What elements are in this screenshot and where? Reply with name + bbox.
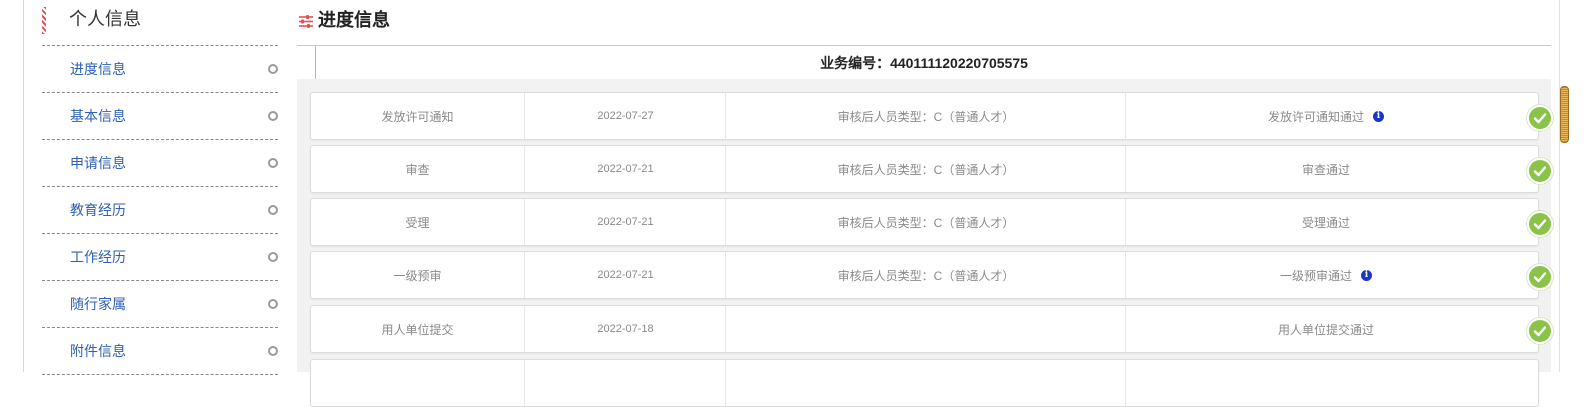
progress-note: 审核后人员类型：C（普通人才） (725, 93, 1126, 139)
progress-date: 2022-07-18 (524, 306, 726, 352)
progress-result-cell: 审查通过 (1125, 146, 1526, 192)
sidebar-item-progress[interactable]: 进度信息 (42, 46, 278, 93)
progress-result: 发放许可通知通过 (1267, 109, 1364, 124)
info-icon[interactable]: i (1361, 269, 1372, 281)
progress-row (310, 359, 1539, 407)
timeline-dot-icon (268, 205, 278, 215)
progress-row: 受理 2022-07-21 审核后人员类型：C（普通人才） 受理通过 (310, 198, 1553, 246)
sidebar-item-label[interactable]: 附件信息 (70, 342, 126, 360)
progress-result-cell: 受理通过 (1125, 199, 1526, 245)
check-circle-icon (1527, 105, 1553, 131)
sidebar-item-basic[interactable]: 基本信息 (42, 93, 278, 140)
timeline-dot-icon (268, 299, 278, 309)
check-circle-icon (1527, 318, 1553, 344)
progress-row: 一级预审 2022-07-21 审核后人员类型：C（普通人才） 一级预审通过 i (310, 251, 1553, 299)
progress-result: 审查通过 (1301, 162, 1350, 177)
progress-note: 审核后人员类型：C（普通人才） (725, 199, 1126, 245)
progress-note: 审核后人员类型：C（普通人才） (725, 252, 1126, 298)
progress-date: 2022-07-21 (524, 199, 726, 245)
progress-list: 发放许可通知 2022-07-27 审核后人员类型：C（普通人才） 发放许可通知… (297, 79, 1553, 407)
progress-note (725, 360, 1126, 406)
timeline-dot-icon (268, 64, 278, 74)
sidebar-item-work[interactable]: 工作经历 (42, 234, 278, 281)
progress-date: 2022-07-21 (524, 252, 726, 298)
sidebar-title-marker (42, 7, 46, 34)
sidebar-nav: 进度信息 基本信息 申请信息 教育经历 工作经历 随行家属 附件信息 (42, 45, 278, 375)
sliders-icon (299, 15, 313, 28)
progress-step: 用人单位提交 (381, 322, 454, 337)
timeline-dot-icon (268, 111, 278, 121)
progress-step (311, 360, 524, 406)
check-circle-icon (1527, 158, 1553, 184)
progress-step: 发放许可通知 (381, 109, 454, 124)
progress-result: 用人单位提交通过 (1277, 322, 1374, 337)
info-icon[interactable]: i (1373, 110, 1384, 122)
progress-result-cell: 一级预审通过 i (1125, 252, 1526, 298)
progress-date: 2022-07-27 (524, 93, 726, 139)
progress-result-cell (1125, 360, 1526, 406)
progress-result-cell: 用人单位提交通过 (1125, 306, 1526, 352)
timeline-dot-icon (268, 252, 278, 262)
progress-date: 2022-07-21 (524, 146, 726, 192)
sidebar-item-label[interactable]: 申请信息 (70, 154, 126, 172)
progress-row: 发放许可通知 2022-07-27 审核后人员类型：C（普通人才） 发放许可通知… (310, 92, 1553, 140)
progress-note (725, 306, 1126, 352)
progress-date (524, 360, 726, 406)
progress-row: 审查 2022-07-21 审核后人员类型：C（普通人才） 审查通过 (310, 145, 1553, 193)
page-title: 进度信息 (318, 10, 390, 30)
progress-note: 审核后人员类型：C（普通人才） (725, 146, 1126, 192)
sidebar: 个人信息 进度信息 基本信息 申请信息 教育经历 工作经历 随行家属 附件信息 (42, 0, 316, 375)
sidebar-item-label[interactable]: 进度信息 (70, 60, 126, 78)
progress-step: 一级预审 (393, 268, 442, 283)
progress-result-cell: 发放许可通知通过 i (1125, 93, 1526, 139)
main-content: 进度信息 业务编号：440111120220705575 发放许可通知 2022… (297, 0, 1553, 407)
timeline-dot-icon (268, 346, 278, 356)
progress-row: 用人单位提交 2022-07-18 用人单位提交通过 (310, 305, 1553, 353)
scrollbar-track[interactable] (1559, 0, 1570, 372)
progress-step: 审查 (405, 162, 430, 177)
business-number: 业务编号：440111120220705575 (820, 55, 1028, 71)
sidebar-item-education[interactable]: 教育经历 (42, 187, 278, 234)
check-circle-icon (1527, 264, 1553, 290)
page-scrollbar[interactable] (1559, 0, 1571, 372)
title-divider (297, 45, 1551, 46)
page-left-border (23, 0, 24, 372)
sidebar-item-label[interactable]: 随行家属 (70, 295, 126, 313)
sidebar-item-label[interactable]: 工作经历 (70, 248, 126, 266)
scrollbar-thumb[interactable] (1560, 86, 1569, 143)
sidebar-title: 个人信息 (69, 9, 141, 29)
timeline-dot-icon (268, 158, 278, 168)
sidebar-item-family[interactable]: 随行家属 (42, 281, 278, 328)
sidebar-item-label[interactable]: 基本信息 (70, 107, 126, 125)
sidebar-item-application[interactable]: 申请信息 (42, 140, 278, 187)
check-circle-icon (1527, 211, 1553, 237)
progress-step: 受理 (405, 215, 430, 230)
sidebar-item-label[interactable]: 教育经历 (70, 201, 126, 219)
progress-result: 受理通过 (1301, 215, 1350, 230)
progress-result: 一级预审通过 (1279, 268, 1352, 283)
sidebar-item-attachments[interactable]: 附件信息 (42, 328, 278, 375)
